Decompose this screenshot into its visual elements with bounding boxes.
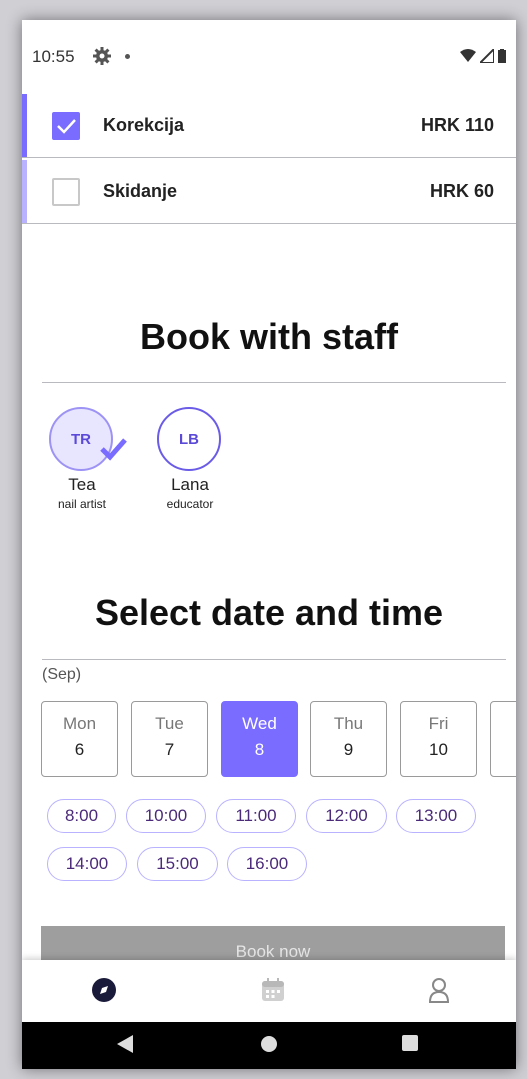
staff-name: Tea xyxy=(68,475,96,494)
day-name: Mon xyxy=(62,714,97,733)
service-row-skidanje[interactable]: Skidanje HRK 60 xyxy=(22,160,516,224)
recents-square-icon[interactable] xyxy=(402,1035,418,1051)
staff-avatar[interactable]: LB xyxy=(157,407,221,471)
time-slot[interactable]: 14:00 xyxy=(47,847,127,881)
avatar-initials: TR xyxy=(71,430,91,448)
staff-role: nail artist xyxy=(57,497,107,511)
home-circle-icon[interactable] xyxy=(260,1035,278,1053)
staff-name: Lana xyxy=(171,475,209,494)
calendar-icon xyxy=(262,978,284,1001)
system-nav-bar xyxy=(22,1022,516,1069)
day-mon[interactable]: Mon 6 xyxy=(41,701,118,777)
time-slot[interactable]: 13:00 xyxy=(396,799,476,833)
day-number: 10 xyxy=(429,740,448,759)
time-slot[interactable]: 11:00 xyxy=(216,799,296,833)
nav-profile[interactable] xyxy=(419,972,459,1008)
signal-icon xyxy=(480,49,494,63)
service-checkbox[interactable] xyxy=(52,112,80,140)
time-slot[interactable]: 15:00 xyxy=(137,847,218,881)
day-fri[interactable]: Fri 10 xyxy=(400,701,477,777)
divider xyxy=(42,382,506,383)
compass-icon xyxy=(92,978,116,1002)
time-slot[interactable]: 8:00 xyxy=(47,799,116,833)
service-name: Skidanje xyxy=(103,181,178,201)
avatar-initials: LB xyxy=(179,430,199,448)
day-tue[interactable]: Tue 7 xyxy=(131,701,208,777)
month-label: (Sep) xyxy=(42,666,82,683)
nav-calendar[interactable] xyxy=(253,972,293,1008)
service-row-korekcija[interactable]: Korekcija HRK 110 xyxy=(22,94,516,158)
nav-explore[interactable] xyxy=(84,972,124,1008)
day-name: Thu xyxy=(333,714,364,733)
time-slot[interactable]: 12:00 xyxy=(306,799,387,833)
staff-section-title: Book with staff xyxy=(140,316,398,357)
time-slot[interactable]: 10:00 xyxy=(126,799,206,833)
service-name: Korekcija xyxy=(103,115,185,135)
day-name: Fri xyxy=(428,714,449,733)
settings-gear-icon xyxy=(93,47,111,65)
status-time: 10:55 xyxy=(32,47,75,66)
back-triangle-icon[interactable] xyxy=(117,1035,133,1053)
day-thu[interactable]: Thu 9 xyxy=(310,701,387,777)
day-number: 9 xyxy=(343,740,354,759)
day-wed[interactable]: Wed 8 xyxy=(221,701,298,777)
status-icons xyxy=(460,48,506,64)
notification-dot-icon xyxy=(125,54,130,59)
day-number: 6 xyxy=(74,740,85,759)
profile-icon xyxy=(428,978,450,1003)
day-name: Wed xyxy=(242,714,277,733)
date-section-title: Select date and time xyxy=(94,592,444,633)
checkmark-icon xyxy=(57,119,76,134)
staff-role: educator xyxy=(166,497,214,511)
service-checkbox[interactable] xyxy=(52,178,80,206)
day-next-partial[interactable] xyxy=(490,701,516,777)
status-bar: 10:55 xyxy=(22,20,516,94)
day-number: 7 xyxy=(164,740,175,759)
bottom-nav xyxy=(22,960,516,1022)
phone-screen: 10:55 Korekcija HRK 110 Skidanje HRK 60 xyxy=(22,20,516,1069)
selected-check-icon xyxy=(100,438,127,461)
selection-bar xyxy=(22,160,27,223)
selection-bar xyxy=(22,94,27,157)
wifi-icon xyxy=(460,49,476,62)
service-price: HRK 110 xyxy=(420,115,494,135)
time-slot[interactable]: 16:00 xyxy=(227,847,307,881)
divider xyxy=(42,659,506,660)
service-price: HRK 60 xyxy=(429,181,494,201)
battery-icon xyxy=(498,49,506,63)
day-name: Tue xyxy=(155,714,184,733)
day-number: 8 xyxy=(254,740,265,759)
